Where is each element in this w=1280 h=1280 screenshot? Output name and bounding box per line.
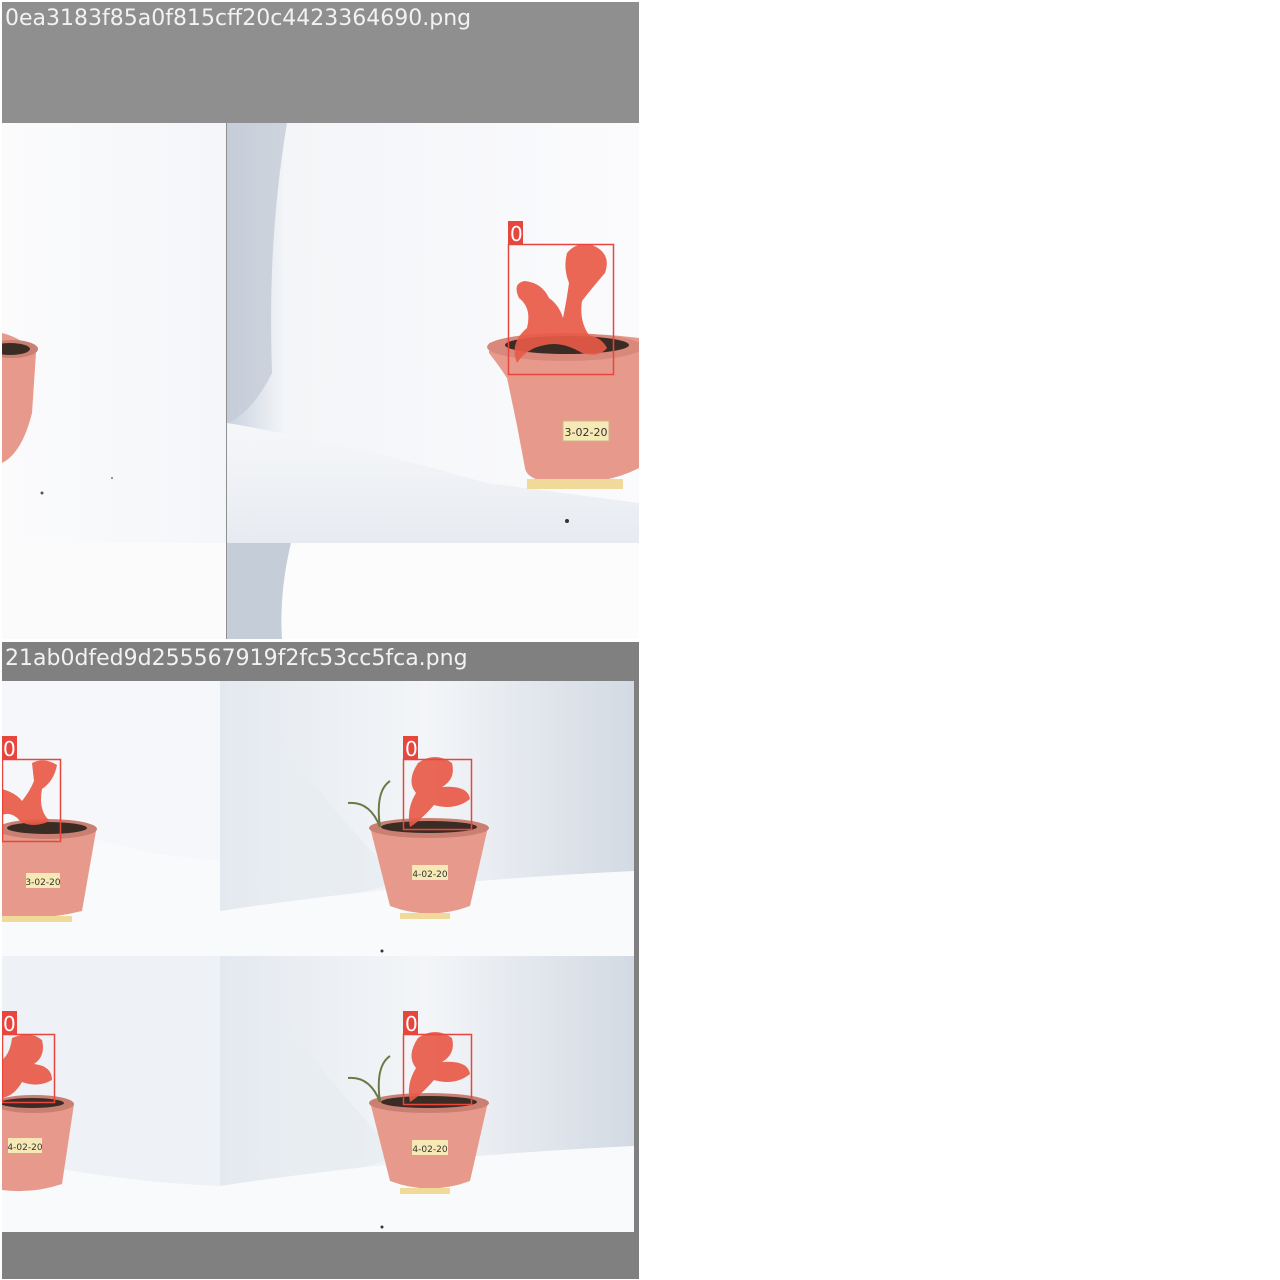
pot-date-label: 4-02-20 [7, 1143, 42, 1153]
plant-photo-top-right: 4-02-20 0 [220, 681, 634, 956]
plant-photo-top-left: 3-02-20 0 [2, 681, 220, 956]
plant-photo-bottom-right: 4-02-20 0 [220, 956, 634, 1232]
plant-photo-bottom-partial [227, 543, 639, 639]
detection-class-label: 0 [510, 222, 523, 246]
pot-date-label: 4-02-20 [412, 870, 447, 880]
mosaic-tile-1: 0ea3183f85a0f815cff20c4423364690.png 3-0… [2, 2, 639, 639]
pot-date-label: 4-02-20 [412, 1145, 447, 1155]
plant-photo-bottom-left: 4-02-20 0 [2, 956, 220, 1232]
mosaic-tile-2: 21ab0dfed9d255567919f2fc53cc5fca.png 3-0… [2, 642, 639, 1279]
pot-shape [2, 826, 96, 919]
plant-photo-main: 3-02-20 0 [227, 123, 639, 543]
detection-class-label: 0 [405, 737, 418, 761]
pot-date-label: 3-02-20 [25, 878, 60, 888]
detection-class-label: 0 [3, 737, 16, 761]
image-filename-title: 0ea3183f85a0f815cff20c4423364690.png [5, 6, 472, 31]
detection-class-label: 0 [3, 1012, 16, 1036]
image-filename-title: 21ab0dfed9d255567919f2fc53cc5fca.png [5, 646, 468, 671]
pot-date-label: 3-02-20 [565, 426, 608, 439]
detection-class-label: 0 [405, 1012, 418, 1036]
plant-photo-left-partial [2, 123, 226, 639]
